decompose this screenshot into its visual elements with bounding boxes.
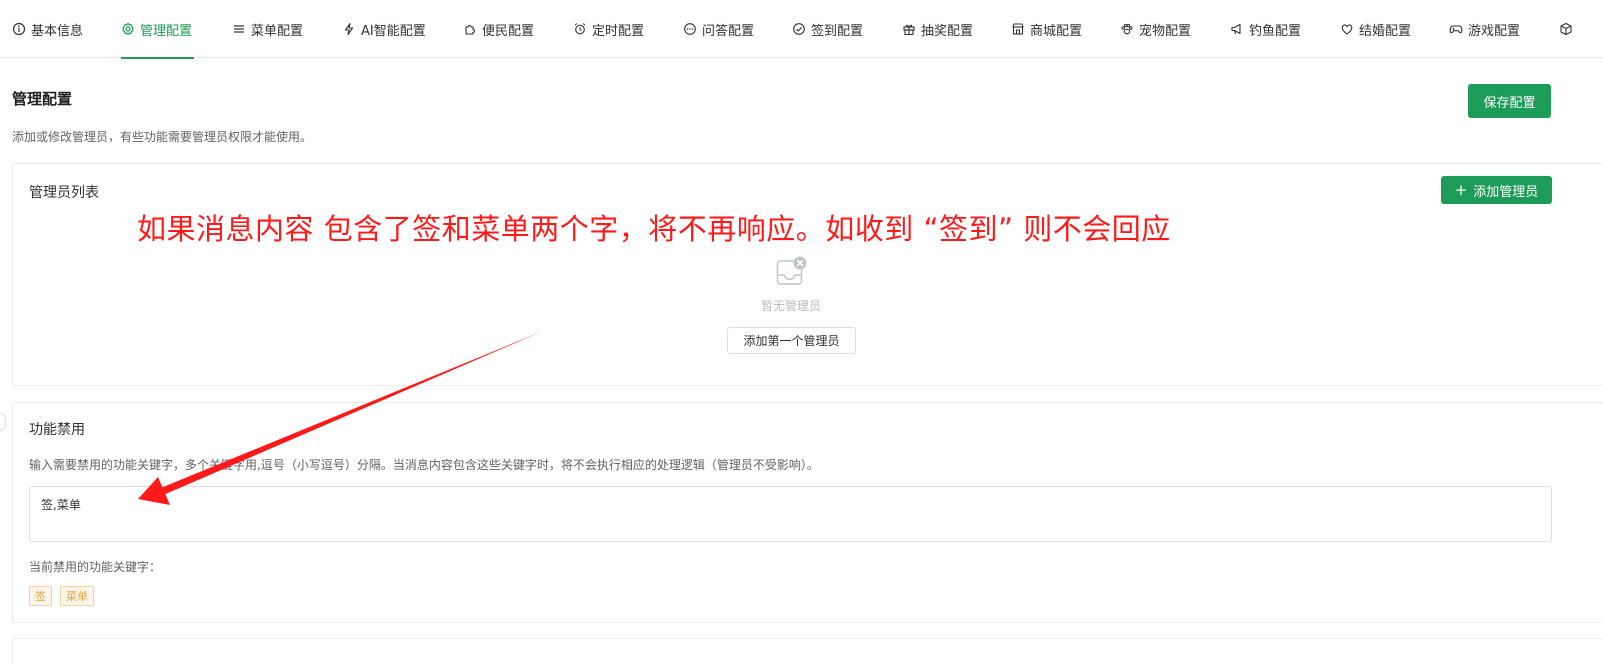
tab-label: 抽奖配置 <box>921 23 974 39</box>
shop-icon <box>1012 23 1024 35</box>
tab-label: 管理配置 <box>140 23 193 39</box>
puzzle-icon <box>465 25 475 35</box>
collapse-handle[interactable] <box>0 413 6 431</box>
tab-label: 宠物配置 <box>1139 23 1192 39</box>
tab-shop-config[interactable]: 商城配置 <box>1011 0 1082 58</box>
tab-label: 定时配置 <box>592 23 645 39</box>
menu-icon <box>234 25 244 33</box>
keyword-tag: 菜单 <box>60 586 94 606</box>
check-circle-icon <box>793 23 805 35</box>
feature-disable-title: 功能禁用 <box>29 422 85 438</box>
admin-list-card: 管理员列表 + 添加管理员 暂无管理员 添加第一个管理员 <box>12 163 1603 386</box>
tab-wedding-config[interactable]: 结婚配置 <box>1340 0 1411 58</box>
add-admin-label: 添加管理员 <box>1473 184 1539 200</box>
megaphone-icon <box>1231 23 1241 35</box>
current-disabled-label: 当前禁用的功能关键字： <box>29 560 162 574</box>
tab-label: 基本信息 <box>31 23 84 39</box>
chat-icon <box>684 23 696 35</box>
gamepad-icon <box>1449 25 1463 34</box>
heart-icon <box>1341 24 1353 35</box>
tab-qa-config[interactable]: 问答配置 <box>683 0 754 58</box>
tab-label: 问答配置 <box>702 23 755 39</box>
info-icon <box>12 22 26 36</box>
add-admin-button[interactable]: + 添加管理员 <box>1441 176 1552 204</box>
empty-inbox-icon <box>776 256 807 285</box>
config-tab-bar: 基本信息 管理配置 菜单配置 AI智能配置 便民配置 定时配置 问答配置 签到配… <box>0 0 1603 59</box>
tab-game-config[interactable]: 游戏配置 <box>1449 0 1520 58</box>
plus-icon: + <box>1454 180 1468 199</box>
feature-disable-card: 功能禁用 输入需要禁用的功能关键字，多个关键字用,逗号（小写逗号）分隔。当消息内… <box>12 402 1603 623</box>
disabled-keyword-tags: 签 菜单 <box>29 586 94 606</box>
tab-ai-config[interactable]: AI智能配置 <box>342 0 426 58</box>
empty-state-text: 暂无管理员 <box>760 299 821 313</box>
tab-checkin-config[interactable]: 签到配置 <box>792 0 863 58</box>
annotation-text: 如果消息内容 包含了签和菜单两个字，将不再响应。如收到 “签到” 则不会回应 <box>137 212 1171 246</box>
tab-more-partial[interactable] <box>1559 0 1573 58</box>
tab-label: 签到配置 <box>811 23 864 39</box>
admin-list-title: 管理员列表 <box>29 185 99 201</box>
bolt-icon <box>344 22 354 36</box>
tab-label: 菜单配置 <box>251 23 304 39</box>
tab-fishing-config[interactable]: 钓鱼配置 <box>1230 0 1301 58</box>
tab-basic-info[interactable]: 基本信息 <box>12 0 83 58</box>
tab-label: AI智能配置 <box>361 23 426 39</box>
tab-convenience-config[interactable]: 便民配置 <box>463 0 534 58</box>
tab-label: 结婚配置 <box>1359 23 1412 39</box>
tab-label: 便民配置 <box>482 23 535 39</box>
paw-icon <box>1121 23 1133 35</box>
tab-menu-config[interactable]: 菜单配置 <box>232 0 303 58</box>
add-first-admin-button[interactable]: 添加第一个管理员 <box>727 327 856 354</box>
next-section-card <box>12 638 1603 664</box>
feature-disable-description: 输入需要禁用的功能关键字，多个关键字用,逗号（小写逗号）分隔。当消息内容包含这些… <box>29 458 819 472</box>
tab-label: 商城配置 <box>1030 23 1083 39</box>
tab-timer-config[interactable]: 定时配置 <box>573 0 644 58</box>
alarm-icon <box>574 23 586 35</box>
cube-icon <box>1560 22 1572 36</box>
keyword-tag: 签 <box>29 586 52 606</box>
tab-label: 钓鱼配置 <box>1249 23 1302 39</box>
gift-icon <box>903 24 915 36</box>
gear-icon <box>122 22 134 36</box>
tab-admin-config[interactable]: 管理配置 <box>121 0 195 59</box>
page-description: 添加或修改管理员，有些功能需要管理员权限才能使用。 <box>12 130 313 144</box>
page-title: 管理配置 <box>12 90 73 108</box>
tab-label: 游戏配置 <box>1468 23 1521 39</box>
save-config-button[interactable]: 保存配置 <box>1468 84 1551 118</box>
tab-pet-config[interactable]: 宠物配置 <box>1120 0 1191 58</box>
tab-lottery-config[interactable]: 抽奖配置 <box>902 0 973 58</box>
disabled-keywords-input[interactable]: 签,菜单 <box>29 486 1552 542</box>
